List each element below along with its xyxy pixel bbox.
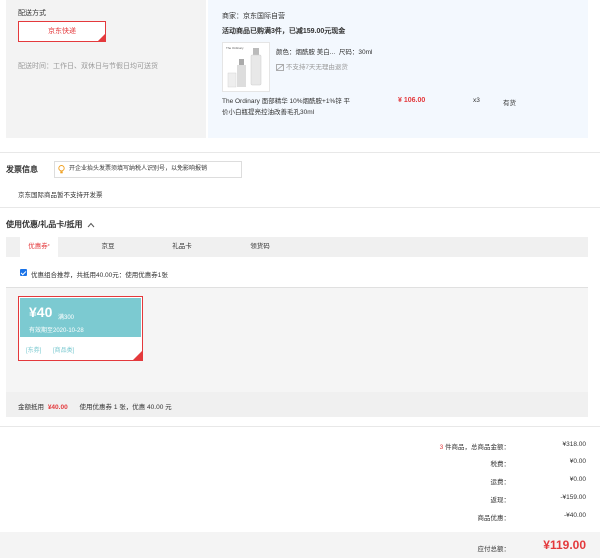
- coupon-tabs: 优惠券* 京豆 礼品卡 领货码: [6, 237, 588, 257]
- thumb-brand: The Ordinary: [226, 46, 244, 50]
- discount-value: -¥40.00: [563, 512, 586, 519]
- return-policy-text: 不支持7天无理由退货: [285, 64, 348, 71]
- size-label: 尺码：: [338, 49, 359, 56]
- coupon-section-title: 使用优惠/礼品卡/抵用: [6, 220, 83, 229]
- shipping-title: 配送方式: [18, 10, 46, 17]
- payable-label: 应付总额：: [477, 546, 511, 553]
- recommend-checkbox[interactable]: [20, 269, 27, 276]
- tab-pickup-code[interactable]: 领货码: [240, 237, 280, 257]
- product-attrs: 颜色：烟酰胺 美白... 尺码：30ml: [276, 46, 372, 56]
- coupon-expiry: 有效期至2020-10-28: [29, 328, 84, 334]
- lightbulb-icon: [58, 165, 65, 174]
- delivery-time-value: 工作日、双休日与节假日均可送货: [53, 63, 158, 70]
- tab-coupons[interactable]: 优惠券*: [20, 237, 58, 257]
- invoice-note: 京东国际商品暂不支持开发票: [18, 192, 103, 199]
- tab-coupons-label: 优惠券: [28, 243, 48, 250]
- divider: [0, 426, 600, 427]
- tax-value: ¥0.00: [569, 458, 586, 465]
- selected-corner-icon: [98, 34, 105, 41]
- coupon-tag-category: [商品类]: [53, 348, 75, 354]
- promo-text: 活动商品已购满3件，已减159.00元现金: [222, 28, 346, 35]
- coupon-amount: ¥40: [29, 304, 53, 320]
- product-name-line2: 价小白瓶提亮控油改善毛孔30ml: [222, 109, 315, 116]
- color-value: 烟酰胺 美白...: [295, 49, 336, 56]
- product-name[interactable]: The Ordinary 面部精华 10%烟酰胺+1%锌 平 价小白瓶提亮控油改…: [222, 96, 350, 118]
- invoice-title: 发票信息: [6, 165, 38, 174]
- item-count-label: 件商品，总商品金额：: [445, 444, 510, 451]
- deduct-summary: 金额抵用 ¥40.00 使用优惠券 1 张，优惠 40.00 元: [18, 401, 172, 411]
- shipping-option-label: 京东快递: [48, 28, 76, 35]
- goods-total-label: 3 件商品，总商品金额：: [370, 441, 510, 451]
- delivery-time: 配送时间：工作日、双休日与节假日均可送货: [18, 61, 158, 71]
- product-name-line1: The Ordinary 面部精华 10%烟酰胺+1%锌 平: [222, 98, 351, 105]
- discount-label: 商品优惠：: [477, 515, 511, 522]
- coupon-tag-jd: [东券]: [26, 348, 42, 354]
- coupon-section-toggle[interactable]: 使用优惠/礼品卡/抵用: [6, 219, 95, 230]
- chevron-up-icon: [87, 222, 95, 228]
- tab-coupons-badge: *: [47, 244, 50, 250]
- coupon-selected-corner-icon: [133, 351, 142, 360]
- invoice-tip: 开企业抬头发票须填写纳税人识别号，以免影响报销: [54, 161, 242, 178]
- stock-status: 有货: [503, 100, 516, 107]
- return-policy: 不支持7天无理由退货: [276, 61, 348, 71]
- no-return-icon: [276, 63, 284, 71]
- payable-value: ¥119.00: [543, 538, 586, 552]
- product-thumbnail[interactable]: The Ordinary: [222, 42, 270, 92]
- recommend-text: 优惠组合推荐，共抵用40.00元：使用优惠券1张: [31, 272, 168, 279]
- divider: [0, 207, 600, 208]
- coupon-condition: 满300: [58, 315, 75, 321]
- cashback-label: 返现：: [490, 497, 511, 504]
- tab-jd-beans[interactable]: 京豆: [88, 237, 128, 257]
- invoice-tip-text: 开企业抬头发票须填写纳税人识别号，以免影响报销: [69, 166, 208, 172]
- divider: [0, 152, 600, 153]
- cashback-value: -¥159.00: [560, 494, 586, 501]
- merchant-name: 商家：京东国际自营: [222, 13, 285, 20]
- divider: [6, 287, 588, 288]
- tab-gift-card[interactable]: 礼品卡: [162, 237, 202, 257]
- shipping-fee-label: 运费：: [490, 479, 511, 486]
- color-label: 颜色：: [276, 49, 296, 56]
- payable-bar: [0, 532, 600, 558]
- shipping-fee-value: ¥0.00: [569, 476, 586, 483]
- deduct-desc: 使用优惠券 1 张，优惠 40.00 元: [79, 404, 172, 411]
- coupon-card[interactable]: ¥40 满300 有效期至2020-10-28 [东券] [商品类]: [18, 296, 143, 361]
- delivery-time-label: 配送时间：: [18, 63, 53, 70]
- product-price: ¥ 106.00: [398, 97, 426, 104]
- deduct-label: 金额抵用: [18, 404, 44, 411]
- goods-total-value: ¥318.00: [562, 441, 587, 448]
- size-value: 30ml: [358, 49, 373, 56]
- item-count: 3: [439, 444, 444, 451]
- product-bottle-icon: [223, 43, 269, 91]
- product-qty: x3: [473, 97, 480, 104]
- coupon-card-header: ¥40 满300 有效期至2020-10-28: [20, 298, 141, 337]
- shipping-option-jd-express[interactable]: 京东快递: [18, 21, 106, 42]
- deduct-value: ¥40.00: [47, 404, 68, 411]
- tax-label: 税费：: [490, 461, 511, 468]
